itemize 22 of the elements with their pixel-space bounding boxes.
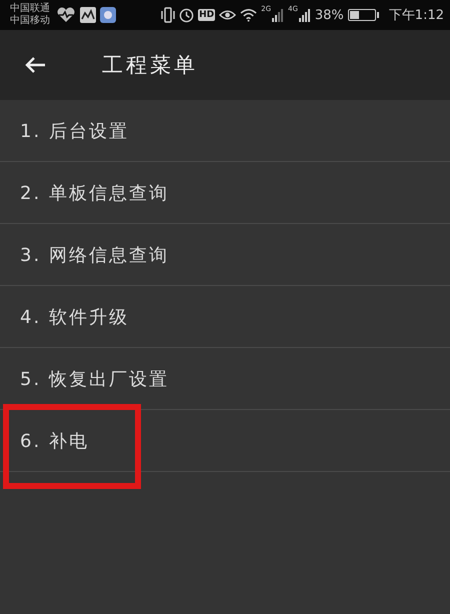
signal-icon [298, 8, 311, 22]
clock-time: 下午1:12 [388, 7, 444, 24]
menu-item[interactable]: 5. 恢复出厂设置 [0, 348, 450, 410]
menu-item[interactable]: 4. 软件升级 [0, 286, 450, 348]
heart-rate-icon [56, 7, 76, 23]
menu-item[interactable]: 3. 网络信息查询 [0, 224, 450, 286]
chart-icon [80, 7, 96, 23]
alarm-clock-icon [179, 8, 194, 22]
carrier-name: 中国联通 [10, 3, 50, 14]
eye-icon [219, 8, 236, 22]
menu-item[interactable]: 1. 后台设置 [0, 100, 450, 162]
wifi-icon [240, 8, 258, 22]
signal-icon [272, 8, 284, 22]
menu-item[interactable]: 6. 补电 [0, 410, 450, 472]
screen-title: 工程菜单 [102, 52, 198, 79]
menu-item[interactable]: 2. 单板信息查询 [0, 162, 450, 224]
battery-percentage: 38% [314, 8, 344, 22]
battery-icon [348, 9, 376, 21]
vibrate-icon [161, 7, 176, 23]
app-icon [100, 7, 116, 23]
hd-badge: HD [198, 9, 216, 21]
carrier-name: 中国移动 [10, 15, 50, 27]
